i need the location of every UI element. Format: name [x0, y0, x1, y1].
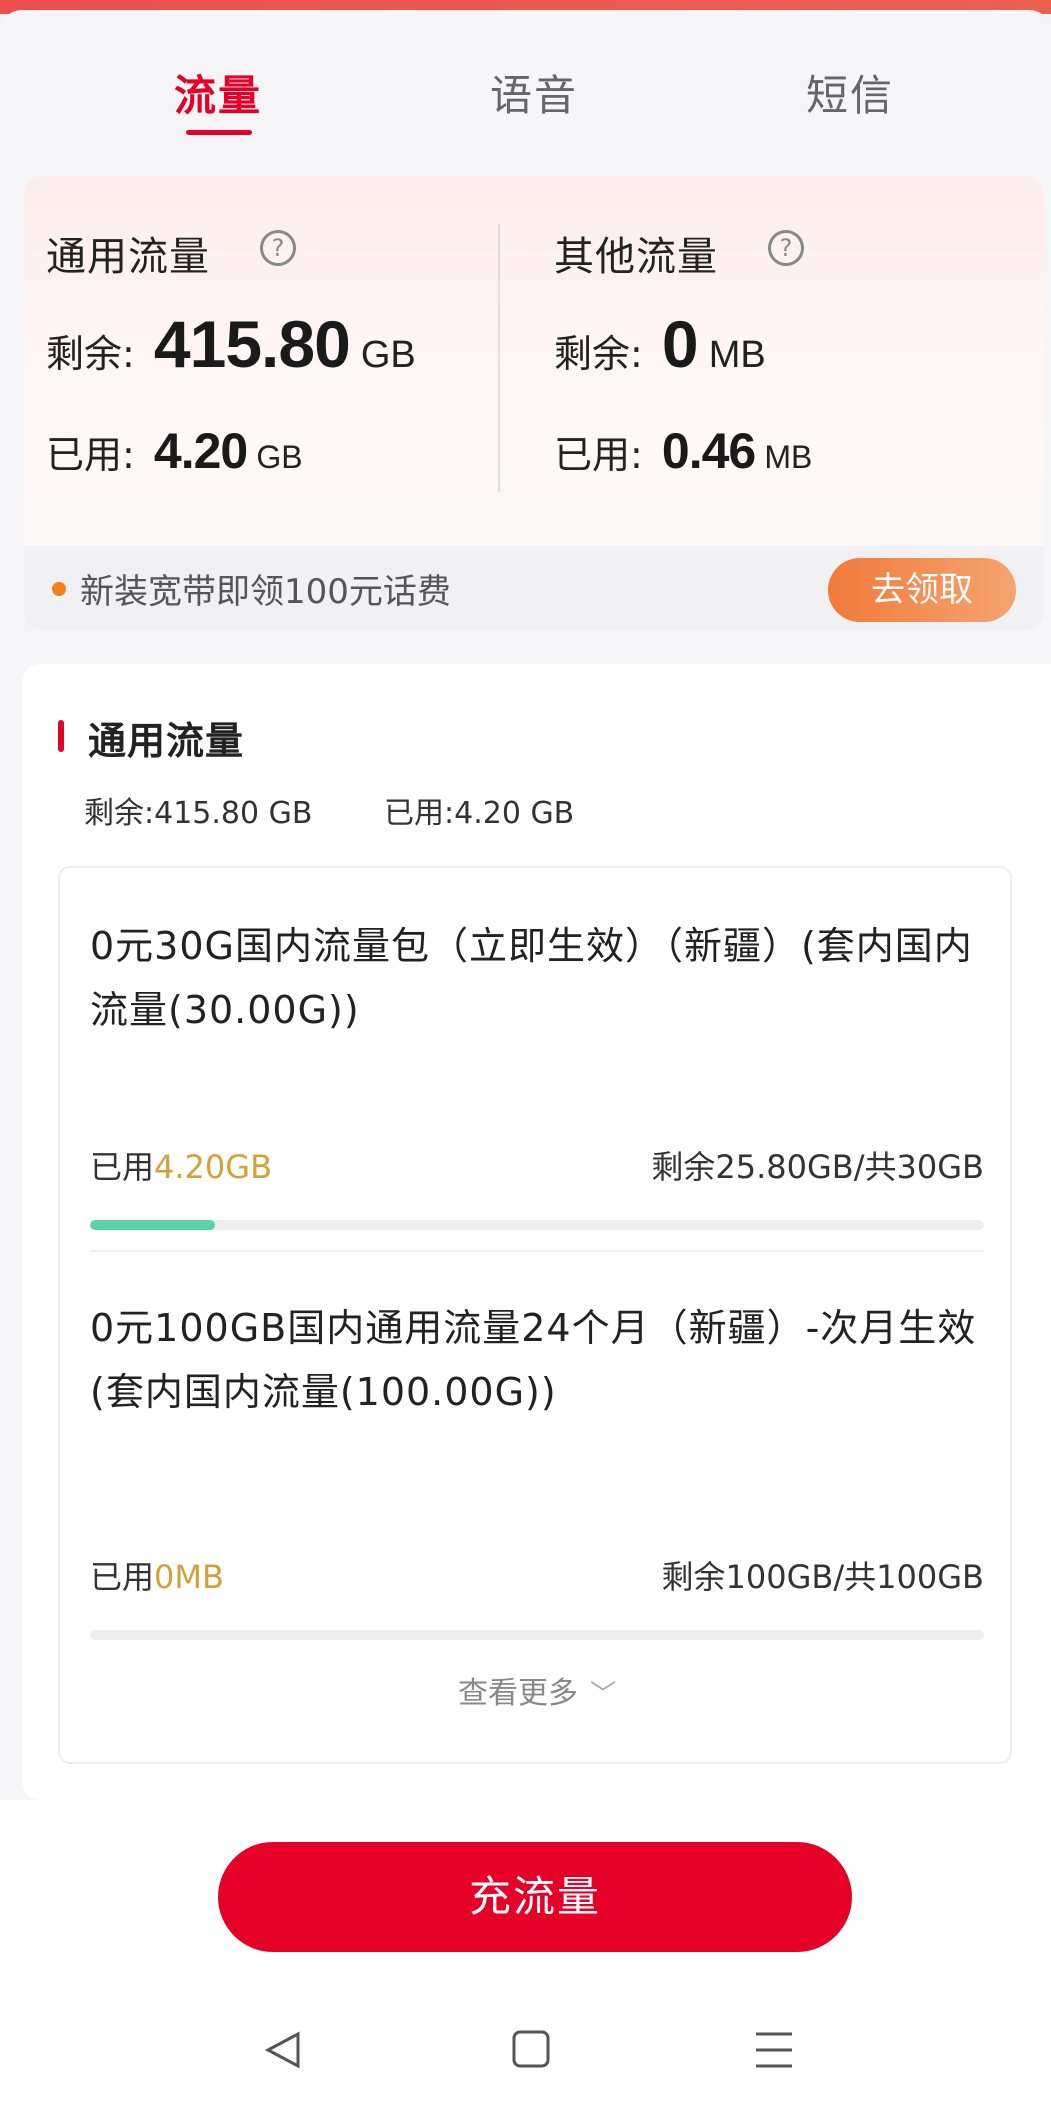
tab-traffic[interactable]: 流量	[118, 62, 318, 123]
promo-banner: 新装宽带即领100元话费 去领取	[24, 546, 1044, 630]
other-used-unit: MB	[764, 439, 813, 475]
general-traffic-summary: 通用流量 ? 剩余: 415.80 GB 已用: 4.20 GB	[46, 176, 546, 546]
home-icon[interactable]	[500, 2020, 560, 2080]
other-used-value: 0.46	[661, 423, 756, 479]
claim-button[interactable]: 去领取	[828, 558, 1016, 622]
system-nav-bar	[0, 2000, 1051, 2100]
package-used: 已用4.20GB	[90, 1142, 272, 1188]
general-remain-value: 415.80	[153, 307, 351, 381]
tab-bar: 流量 语音 短信	[0, 62, 1051, 142]
other-remain-value: 0	[661, 307, 699, 381]
other-remain-label: 剩余:	[554, 332, 643, 376]
tab-voice[interactable]: 语音	[434, 62, 634, 123]
other-remain-unit: MB	[708, 334, 766, 376]
tab-sms[interactable]: 短信	[750, 62, 950, 123]
general-remain-row: 剩余: 415.80 GB	[46, 306, 416, 382]
section-marker	[58, 720, 64, 752]
package-list: 0元30G国内流量包（立即生效）（新疆）(套内国内流量(30.00G)) 已用4…	[58, 866, 1012, 1764]
package-used-value: 0MB	[154, 1558, 224, 1596]
general-remain-unit: GB	[360, 334, 416, 376]
general-used-value: 4.20	[153, 423, 248, 479]
tab-active-indicator	[186, 130, 252, 135]
package-used: 已用0MB	[90, 1552, 224, 1598]
other-traffic-summary: 其他流量 ? 剩余: 0 MB 已用: 0.46 MB	[554, 176, 1044, 546]
bottom-bar: 充流量	[0, 1800, 1051, 2116]
general-remain-label: 剩余:	[46, 332, 135, 376]
recharge-traffic-button[interactable]: 充流量	[218, 1842, 852, 1952]
general-used-row: 已用: 4.20 GB	[46, 422, 303, 480]
package-divider	[90, 1250, 984, 1252]
package-remain-text: 剩余25.80GB/共30GB	[651, 1148, 984, 1186]
package-item[interactable]: 0元100GB国内通用流量24个月（新疆）-次月生效 (套内国内流量(100.0…	[90, 1296, 984, 1640]
general-traffic-title: 通用流量	[46, 234, 210, 280]
dot-icon	[52, 582, 66, 596]
chevron-down-icon: ﹀	[589, 1680, 616, 1710]
detail-title: 通用流量	[88, 719, 245, 763]
other-traffic-title: 其他流量	[554, 234, 718, 280]
general-traffic-detail-card: 通用流量 剩余:415.80 GB 已用:4.20 GB 0元30G国内流量包（…	[22, 664, 1051, 1800]
other-remain-row: 剩余: 0 MB	[554, 306, 766, 382]
package-item[interactable]: 0元30G国内流量包（立即生效）（新疆）(套内国内流量(30.00G)) 已用4…	[90, 914, 984, 1230]
view-more-label: 查看更多	[457, 1676, 578, 1711]
package-progress-fill	[90, 1220, 216, 1230]
menu-icon[interactable]	[744, 2020, 804, 2080]
summary-divider	[498, 224, 500, 492]
detail-remain-text: 剩余:415.80 GB	[84, 796, 313, 831]
other-used-label: 已用:	[554, 433, 643, 477]
package-name: 0元100GB国内通用流量24个月（新疆）-次月生效 (套内国内流量(100.0…	[90, 1306, 977, 1414]
package-name: 0元30G国内流量包（立即生效）（新疆）(套内国内流量(30.00G))	[90, 924, 973, 1032]
package-used-label: 已用	[90, 1558, 155, 1596]
question-circle-icon[interactable]: ?	[260, 230, 296, 266]
package-used-value: 4.20GB	[154, 1148, 273, 1186]
back-icon[interactable]	[254, 2020, 314, 2080]
package-progress-track	[90, 1220, 984, 1230]
detail-used-text: 已用:4.20 GB	[384, 796, 575, 831]
general-used-unit: GB	[256, 439, 303, 475]
general-used-label: 已用:	[46, 433, 135, 477]
traffic-sheet: 流量 语音 短信 通用流量 ? 剩余: 415.80 GB 已用: 4.20 G…	[0, 10, 1051, 2116]
question-circle-icon[interactable]: ?	[768, 230, 804, 266]
package-used-label: 已用	[90, 1148, 155, 1186]
package-progress-track	[90, 1630, 984, 1640]
view-more-button[interactable]: 查看更多 ﹀	[60, 1668, 1014, 1712]
other-used-row: 已用: 0.46 MB	[554, 422, 812, 480]
promo-text: 新装宽带即领100元话费	[80, 572, 451, 612]
traffic-summary-card: 通用流量 ? 剩余: 415.80 GB 已用: 4.20 GB 其他流量 ? …	[24, 176, 1044, 630]
package-remain-text: 剩余100GB/共100GB	[661, 1558, 984, 1596]
